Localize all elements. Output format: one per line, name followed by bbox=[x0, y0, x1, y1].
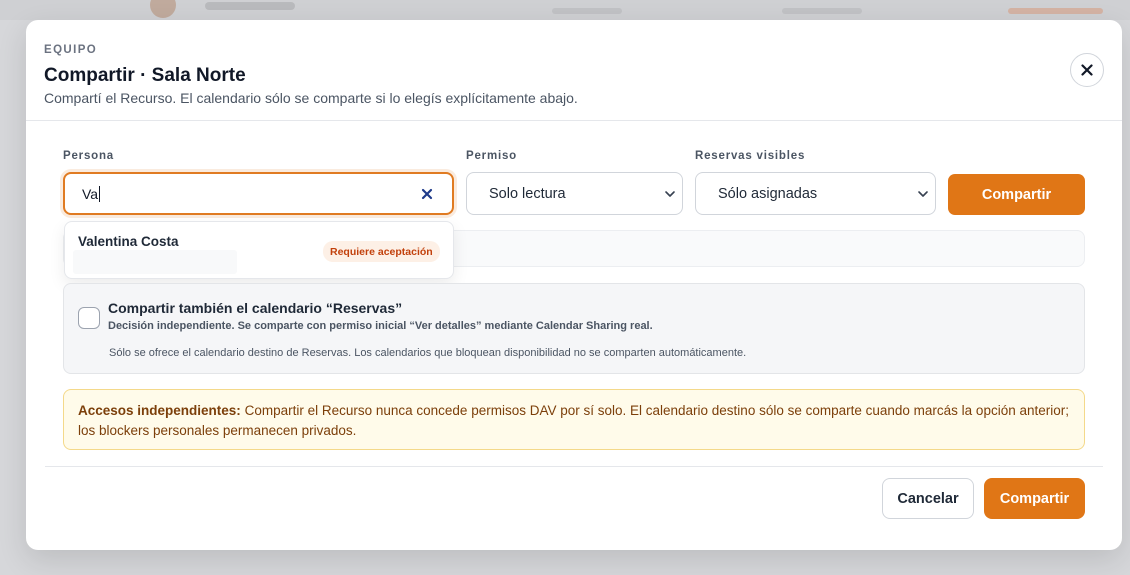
person-search-input[interactable]: Va bbox=[63, 172, 454, 215]
calendar-share-option: Compartir también el calendario “Reserva… bbox=[63, 283, 1085, 374]
calendar-option-title: Compartir también el calendario “Reserva… bbox=[108, 300, 403, 316]
permission-select[interactable]: Solo lectura bbox=[466, 172, 683, 215]
notice-heading: Accesos independientes: bbox=[78, 403, 241, 418]
share-dialog: EQUIPO Compartir · Sala Norte Compartí e… bbox=[26, 20, 1122, 550]
background-text bbox=[205, 2, 295, 10]
close-icon bbox=[1081, 64, 1093, 76]
background-text bbox=[782, 8, 862, 14]
suggestion-name: Valentina Costa bbox=[78, 234, 179, 249]
requires-acceptance-badge: Requiere aceptación bbox=[323, 241, 440, 262]
visible-bookings-select[interactable]: Sólo asignadas bbox=[695, 172, 936, 215]
independent-access-notice: Accesos independientes: Compartir el Rec… bbox=[63, 389, 1085, 450]
dialog-title: Compartir · Sala Norte bbox=[44, 65, 246, 86]
suggestion-item[interactable]: Valentina Costa Requiere aceptación bbox=[65, 222, 453, 278]
chevron-down-icon bbox=[918, 191, 928, 197]
person-input-value: Va bbox=[82, 186, 101, 202]
share-calendar-checkbox[interactable] bbox=[78, 307, 100, 329]
calendar-option-description: Decisión independiente. Se comparte con … bbox=[108, 320, 653, 332]
person-label: Persona bbox=[63, 150, 114, 162]
confirm-share-button[interactable]: Compartir bbox=[984, 478, 1085, 519]
background-page bbox=[0, 0, 1130, 20]
suggestion-detail-placeholder bbox=[73, 250, 237, 274]
visible-bookings-selected: Sólo asignadas bbox=[718, 186, 818, 202]
dialog-eyebrow: EQUIPO bbox=[44, 44, 98, 56]
chevron-down-icon bbox=[665, 191, 675, 197]
clear-icon[interactable] bbox=[420, 187, 434, 201]
background-text bbox=[1008, 8, 1103, 14]
calendar-option-note: Sólo se ofrece el calendario destino de … bbox=[109, 347, 747, 359]
dialog-subtitle: Compartí el Recurso. El calendario sólo … bbox=[44, 90, 578, 106]
permission-label: Permiso bbox=[466, 150, 517, 162]
close-button[interactable] bbox=[1070, 53, 1104, 87]
permission-selected: Solo lectura bbox=[489, 186, 566, 202]
visible-bookings-label: Reservas visibles bbox=[695, 150, 806, 162]
background-avatar bbox=[150, 0, 176, 18]
share-button[interactable]: Compartir bbox=[948, 174, 1085, 215]
background-text bbox=[552, 8, 622, 14]
dialog-header: EQUIPO Compartir · Sala Norte Compartí e… bbox=[26, 20, 1122, 121]
person-suggestions-dropdown: Valentina Costa Requiere aceptación bbox=[64, 221, 454, 279]
cancel-button[interactable]: Cancelar bbox=[882, 478, 974, 519]
footer-divider bbox=[45, 466, 1103, 467]
